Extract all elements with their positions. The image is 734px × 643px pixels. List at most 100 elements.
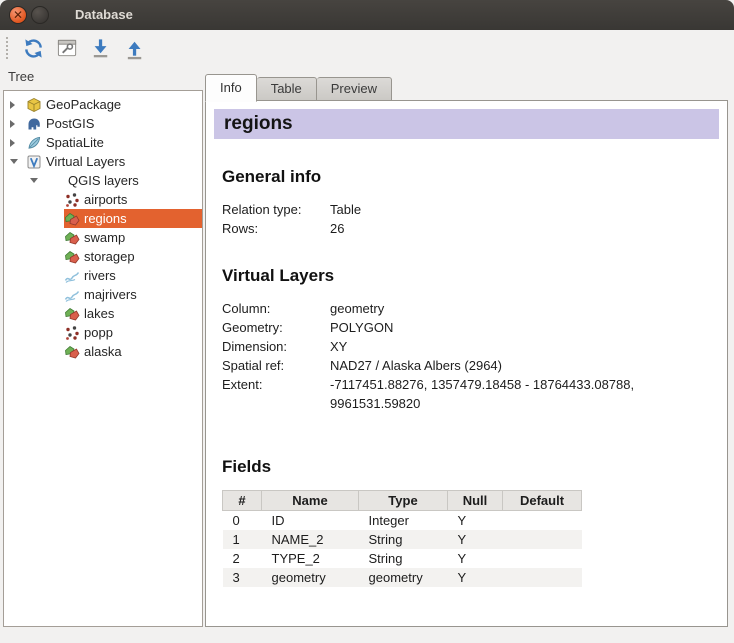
kv-label: Relation type: [222,200,330,219]
tree-item-majrivers[interactable]: majrivers [4,285,202,304]
titlebar: ✕ Database [0,0,734,30]
cell-name: geometry [262,568,359,587]
kv-value: 26 [330,219,690,238]
column-header-type[interactable]: Type [359,491,448,511]
column-header-default[interactable]: Default [503,491,582,511]
line-layer-icon [64,287,80,303]
main-area: Tree GeoPackage PostGIS [0,66,734,643]
export-file-button[interactable] [118,33,152,63]
cell-null: Y [448,511,503,531]
tab-table[interactable]: Table [257,77,317,101]
database-manager-window: ✕ Database Tree GeoPackage [0,0,734,643]
polygon-layer-icon [64,230,80,246]
polygon-layer-icon [64,344,80,360]
cell-number: 3 [223,568,262,587]
tree-item-label: regions [84,211,127,226]
tree-item-label: popp [84,325,113,340]
table-row: 3 geometry geometry Y [223,568,582,587]
tree-item-alaska[interactable]: alaska [4,342,202,361]
tab-preview[interactable]: Preview [317,77,392,101]
toolbar [0,30,734,66]
tree-item-qgis-layers[interactable]: QGIS layers [4,171,202,190]
tree-item-label: airports [84,192,127,207]
polygon-layer-icon [64,306,80,322]
column-header-number[interactable]: # [223,491,262,511]
tree-item-label: SpatiaLite [46,135,104,150]
kv-label: Spatial ref: [222,356,330,375]
table-row: 0 ID Integer Y [223,511,582,531]
tree-item-label: QGIS layers [68,173,139,188]
tree-item-virtual-layers[interactable]: Virtual Layers [4,152,202,171]
detail-tabbar: Info Table Preview [205,73,392,101]
kv-label: Extent: [222,375,330,413]
sql-window-button[interactable] [50,33,84,63]
column-header-name[interactable]: Name [262,491,359,511]
cell-name: ID [262,511,359,531]
toolbar-drag-handle[interactable] [6,37,8,59]
section-title-virtual-layers: Virtual Layers [222,266,727,286]
polygon-layer-icon [64,211,80,227]
table-row: 2 TYPE_2 String Y [223,549,582,568]
postgis-icon [26,116,42,132]
spatialite-icon [26,135,42,151]
tab-info[interactable]: Info [205,74,257,102]
fields-header-row: # Name Type Null Default [223,491,582,511]
tree-item-label: GeoPackage [46,97,121,112]
cell-number: 2 [223,549,262,568]
kv-value: XY [330,337,690,356]
column-header-null[interactable]: Null [448,491,503,511]
chevron-down-icon[interactable] [30,178,46,183]
tree-item-popp[interactable]: popp [4,323,202,342]
window-title: Database [75,0,133,30]
table-row: 1 NAME_2 String Y [223,530,582,549]
section-title-general-info: General info [222,167,727,187]
tree-item-label: majrivers [84,287,137,302]
tree-item-airports[interactable]: airports [4,190,202,209]
geopackage-icon [26,97,42,113]
connections-tree: GeoPackage PostGIS SpatiaLite [3,90,203,627]
sql-window-icon [56,37,79,60]
cell-null: Y [448,568,503,587]
virtual-layers-icon [26,154,42,170]
cell-type: String [359,549,448,568]
tree-item-label: rivers [84,268,116,283]
tree-item-label: lakes [84,306,114,321]
kv-value: geometry [330,299,690,318]
tree-item-lakes[interactable]: lakes [4,304,202,323]
kv-value: NAD27 / Alaska Albers (2964) [330,356,690,375]
refresh-button[interactable] [16,33,50,63]
cell-null: Y [448,530,503,549]
cell-type: Integer [359,511,448,531]
cell-type: geometry [359,568,448,587]
point-layer-icon [64,192,80,208]
tree-item-spatialite[interactable]: SpatiaLite [4,133,202,152]
chevron-right-icon[interactable] [10,101,26,109]
general-info-rows: Relation type: Table Rows: 26 [222,200,727,238]
cell-null: Y [448,549,503,568]
section-title-fields: Fields [222,457,727,477]
kv-label: Dimension: [222,337,330,356]
cell-number: 1 [223,530,262,549]
line-layer-icon [64,268,80,284]
polygon-layer-icon [64,249,80,265]
cell-default [503,568,582,587]
tree-item-geopackage[interactable]: GeoPackage [4,95,202,114]
close-icon[interactable]: ✕ [9,6,27,24]
refresh-icon [22,37,45,60]
chevron-down-icon[interactable] [10,159,26,164]
chevron-right-icon[interactable] [10,139,26,147]
tree-item-storagep[interactable]: storagep [4,247,202,266]
tree-item-rivers[interactable]: rivers [4,266,202,285]
kv-label: Column: [222,299,330,318]
tree-item-postgis[interactable]: PostGIS [4,114,202,133]
import-layer-button[interactable] [84,33,118,63]
info-panel: regions General info Relation type: Tabl… [205,100,728,627]
point-layer-icon [64,325,80,341]
layer-title: regions [214,109,719,139]
tree-item-regions[interactable]: regions [4,209,202,228]
cell-default [503,530,582,549]
chevron-right-icon[interactable] [10,120,26,128]
kv-label: Rows: [222,219,330,238]
minimize-icon[interactable] [31,6,49,24]
tree-item-swamp[interactable]: swamp [4,228,202,247]
